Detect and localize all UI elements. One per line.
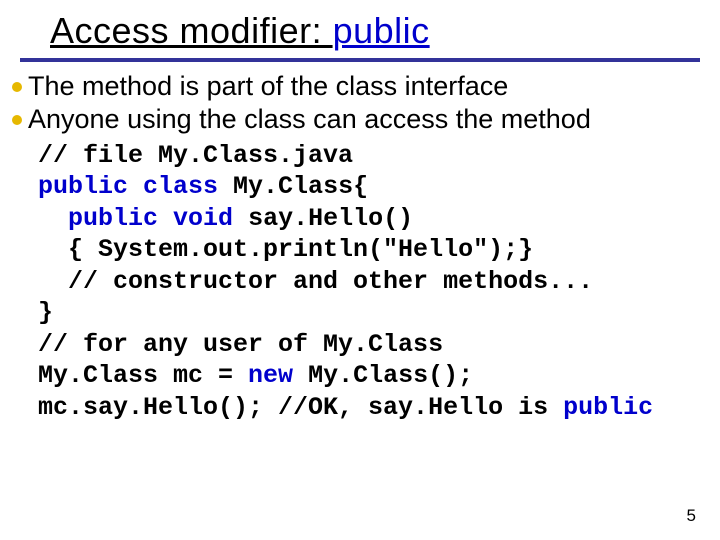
- code-line: // for any user of My.Class: [38, 330, 443, 359]
- code-text: say.Hello(): [233, 204, 413, 233]
- bullet-list: The method is part of the class interfac…: [0, 64, 720, 136]
- code-keyword: void: [173, 204, 233, 233]
- code-line: // file My.Class.java: [38, 141, 353, 170]
- code-text: [128, 172, 143, 201]
- code-text: My.Class mc =: [38, 361, 248, 390]
- list-item: Anyone using the class can access the me…: [12, 103, 708, 136]
- code-line: // constructor and other methods...: [38, 267, 593, 296]
- bullet-text: Anyone using the class can access the me…: [28, 103, 708, 136]
- title-keyword: public: [333, 10, 430, 51]
- list-item: The method is part of the class interfac…: [12, 70, 708, 103]
- code-keyword: public: [563, 393, 653, 422]
- slide: Access modifier: public The method is pa…: [0, 0, 720, 540]
- code-keyword: public: [68, 204, 158, 233]
- code-text: mc.say.Hello(); //OK, say.Hello is: [38, 393, 563, 422]
- bullet-icon: [12, 115, 22, 125]
- bullet-text: The method is part of the class interfac…: [28, 70, 708, 103]
- code-block: // file My.Class.java public class My.Cl…: [0, 136, 720, 424]
- code-line: }: [38, 298, 53, 327]
- code-text: [38, 204, 68, 233]
- code-keyword: class: [143, 172, 218, 201]
- page-number: 5: [687, 506, 696, 526]
- code-text: [158, 204, 173, 233]
- title-rule: [20, 58, 700, 62]
- code-keyword: new: [248, 361, 293, 390]
- code-keyword: public: [38, 172, 128, 201]
- code-text: My.Class{: [218, 172, 368, 201]
- code-text: My.Class();: [293, 361, 473, 390]
- title-prefix: Access modifier:: [50, 10, 333, 51]
- code-line: { System.out.println("Hello");}: [38, 235, 533, 264]
- bullet-icon: [12, 82, 22, 92]
- slide-title: Access modifier: public: [0, 0, 720, 58]
